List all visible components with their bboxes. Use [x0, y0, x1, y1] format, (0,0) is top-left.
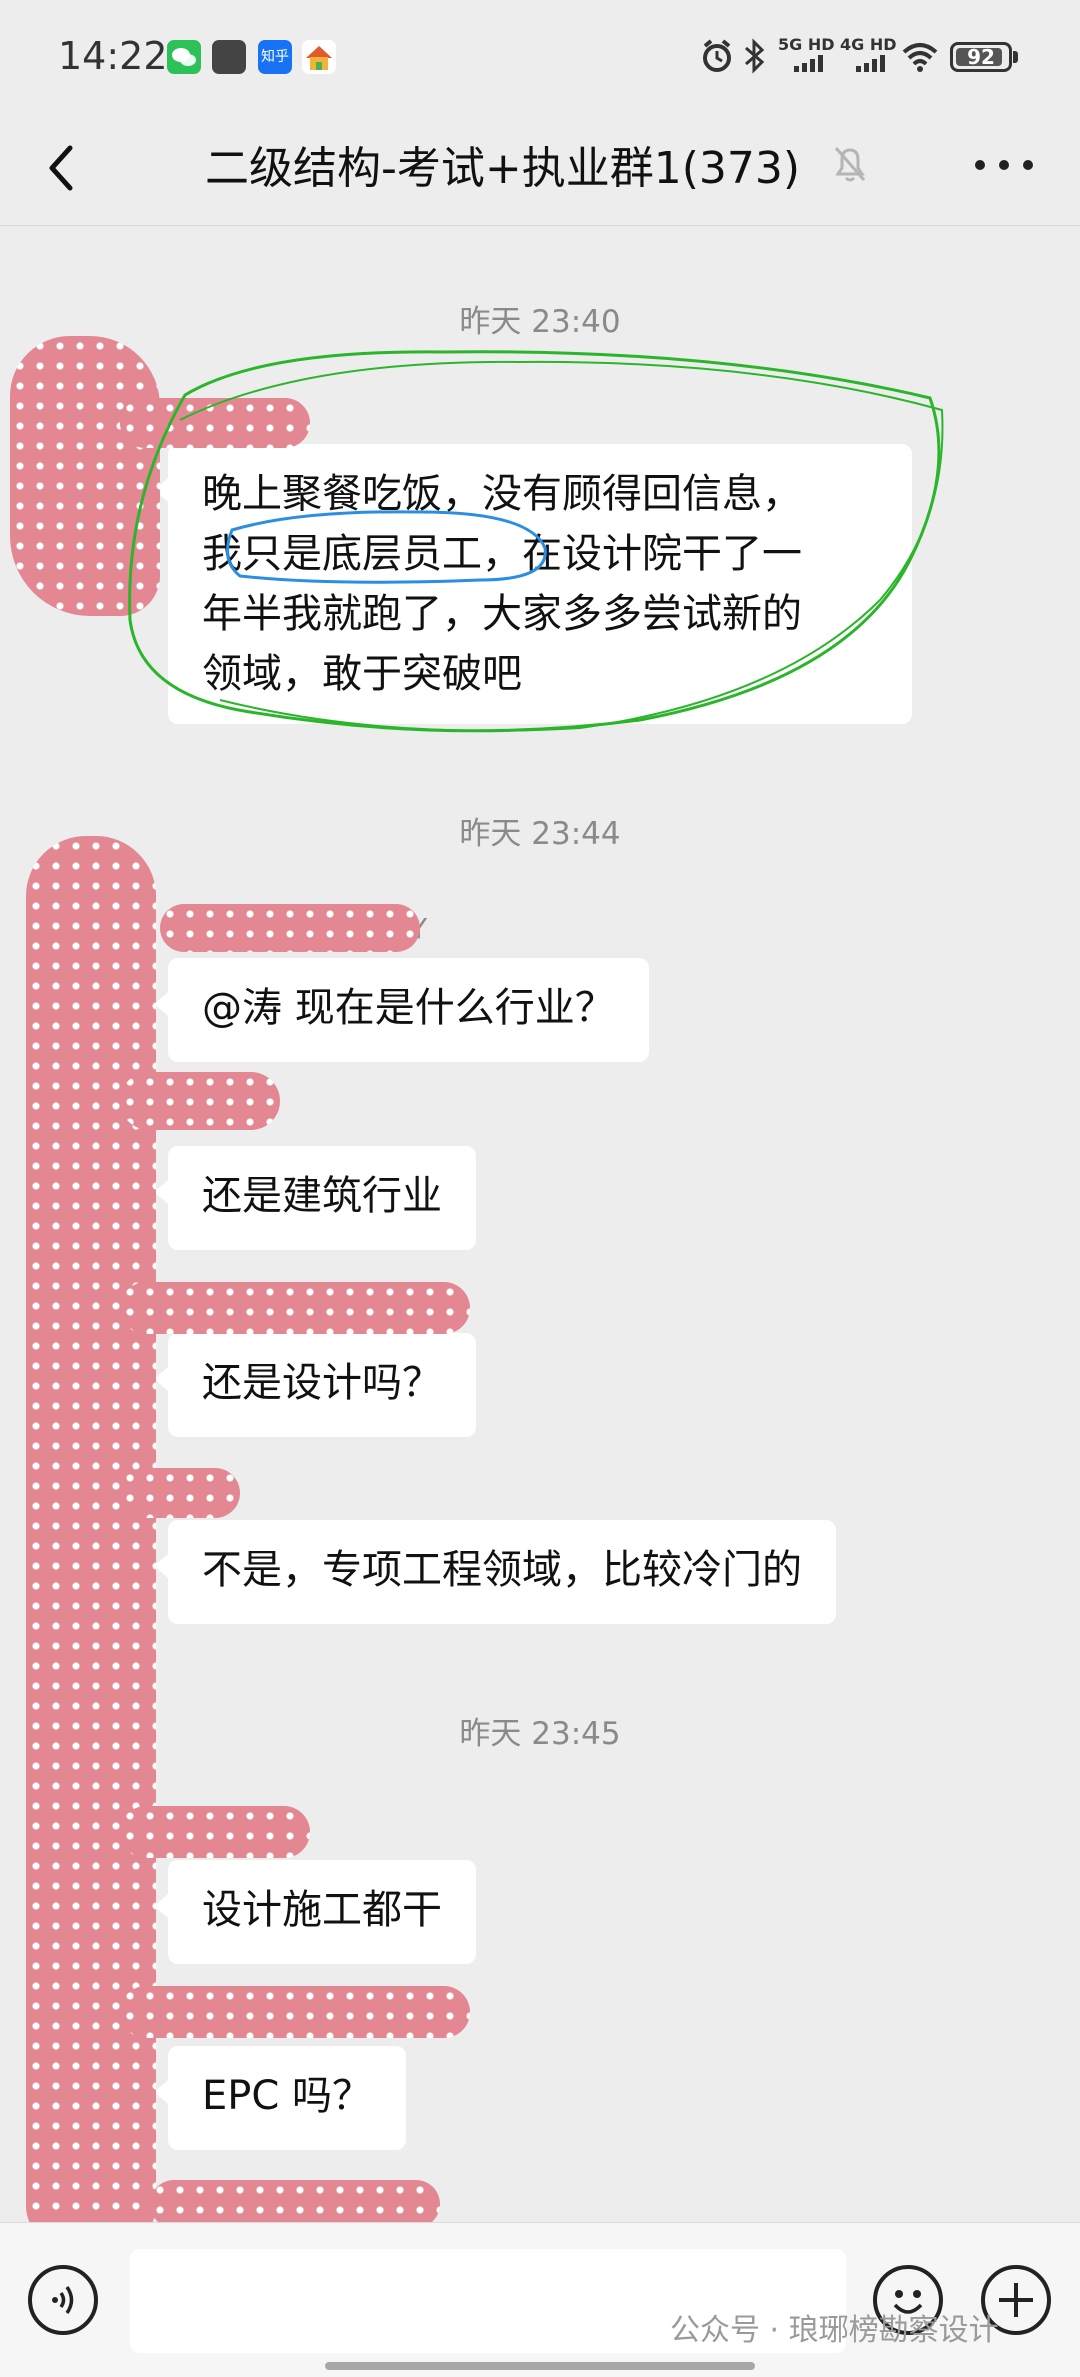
status-time: 14:22: [58, 34, 168, 78]
signal-5g-indicator: 5G HD: [778, 36, 838, 76]
zhihu-icon: 知乎: [258, 40, 292, 74]
redaction-blob: [120, 1468, 240, 1518]
redaction-blob: [120, 1986, 470, 2038]
redaction-blob: [150, 2180, 440, 2228]
message-bubble[interactable]: 不是，专项工程领域，比较冷门的: [154, 1520, 836, 1624]
zhihu-label: 知乎: [261, 49, 289, 65]
timestamp: 昨天 23:45: [459, 1716, 621, 1752]
message-bubble[interactable]: 设计施工都干: [154, 1860, 476, 1964]
more-options-icon[interactable]: [975, 158, 1035, 174]
chat-title: 二级结构-考试+执业群1(373): [205, 143, 801, 194]
message-bubble[interactable]: @涛 现在是什么行业？: [154, 958, 649, 1062]
signal-4g-indicator: 4G HD: [840, 36, 900, 76]
mute-bell-icon: [834, 147, 866, 182]
chat-header: 二级结构-考试+执业群1(373): [0, 110, 1080, 226]
watermark: 公众号 · 琅琊榜勘察设计: [670, 2313, 999, 2348]
message-bubble[interactable]: 还是设计吗？: [154, 1333, 476, 1437]
bluetooth-icon: [745, 38, 765, 74]
battery-icon: 92: [950, 42, 1012, 72]
input-bar: [0, 2222, 1080, 2377]
redaction-blob: [160, 904, 420, 952]
redaction-blob: [10, 336, 160, 616]
gallery-icon: [212, 40, 246, 74]
message-bubble[interactable]: 还是建筑行业: [154, 1146, 476, 1250]
wechat-icon: [167, 40, 201, 74]
redaction-blob: [120, 1072, 280, 1130]
redaction-blob: [120, 398, 310, 448]
message-bubble[interactable]: 晚上聚餐吃饭，没有顾得回信息， 我只是底层员工，在设计院干了一 年半我就跑了，大…: [154, 444, 912, 724]
redaction-blob: [120, 1806, 310, 1858]
home-indicator[interactable]: [325, 2362, 755, 2370]
redaction-blob: [120, 1282, 470, 1334]
battery-tip: [1013, 51, 1018, 63]
home-app-icon: [302, 40, 336, 74]
message-bubble[interactable]: EPC 吗？: [153, 2046, 407, 2150]
back-arrow-icon[interactable]: [38, 138, 88, 198]
voice-input-icon[interactable]: [28, 2265, 98, 2335]
timestamp: 昨天 23:44: [459, 816, 621, 852]
alarm-icon: [703, 39, 731, 72]
status-bar: 14:22 知乎 5G HD 4G HD 92: [0, 0, 1080, 110]
timestamp: 昨天 23:40: [459, 304, 621, 340]
battery-level: 92: [967, 45, 995, 69]
wifi-icon: [902, 43, 938, 72]
